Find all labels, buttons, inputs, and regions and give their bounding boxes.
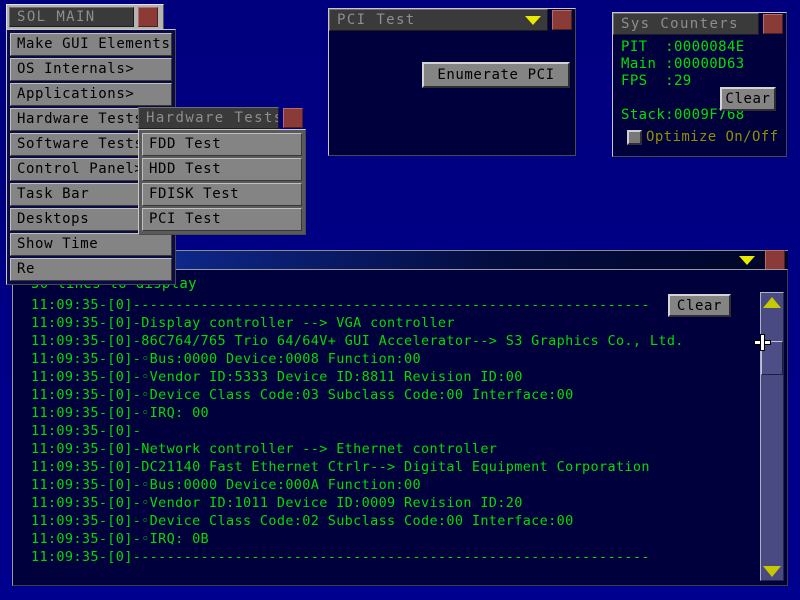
sys-counters-clear-button[interactable]: Clear: [720, 87, 776, 111]
pci-test-body: Enumerate PCI: [330, 32, 574, 154]
sidebar-item-applications[interactable]: Applications>: [10, 83, 172, 106]
log-line: 11:09:35-[0]-86C764/765 Trio 64/64V+ GUI…: [31, 333, 684, 349]
log-line: 11:09:35-[0]-◦Bus:0000 Device:000A Funct…: [31, 477, 421, 493]
log-line: 11:09:35-[0]-◦IRQ: 0B: [31, 531, 210, 547]
log-line: 11:09:35-[0]-◦Device Class Code:02 Subcl…: [31, 513, 574, 529]
enumerate-pci-button[interactable]: Enumerate PCI: [422, 62, 570, 88]
chevron-down-icon[interactable]: [525, 15, 541, 25]
chevron-down-icon[interactable]: [739, 255, 755, 265]
scroll-down-arrow-icon[interactable]: [761, 563, 783, 579]
close-icon[interactable]: [763, 14, 783, 34]
log-line: 11:09:35-[0]-: [31, 423, 142, 439]
counter-pit: PIT :0000084E: [621, 39, 745, 55]
pci-test-window: PCI Test Enumerate PCI: [328, 8, 576, 156]
menu-item-fdd-test[interactable]: FDD Test: [142, 133, 302, 156]
hardware-tests-window: Hardware Tests FDD Test HDD Test FDISK T…: [138, 107, 306, 235]
log-line: 11:09:35-[0]----------------------------…: [31, 549, 650, 565]
close-icon[interactable]: [283, 108, 303, 128]
menu-item-fdisk-test[interactable]: FDISK Test: [142, 183, 302, 206]
desktop: Debug View 50 lines to display 11:09:35-…: [0, 0, 800, 600]
optimize-checkbox-row[interactable]: Optimize On/Off: [627, 129, 786, 145]
sys-counters-body: PIT :0000084E Main :00000D63 FPS :29 Sta…: [613, 35, 786, 154]
debug-log-list: 11:09:35-[0]----------------------------…: [13, 293, 787, 566]
pci-test-frame: PCI Test Enumerate PCI: [328, 8, 576, 156]
scrollbar-thumb[interactable]: [761, 341, 783, 375]
hardware-tests-title: Hardware Tests: [146, 110, 279, 126]
debug-clear-button[interactable]: Clear: [668, 294, 731, 317]
log-line: 11:09:35-[0]-◦Vendor ID:5333 Device ID:8…: [31, 369, 523, 385]
sys-counters-titlebar[interactable]: Sys Counters: [613, 13, 786, 35]
hardware-tests-frame: FDD Test HDD Test FDISK Test PCI Test: [138, 129, 306, 235]
debug-scrollbar[interactable]: [760, 292, 784, 581]
close-icon[interactable]: [765, 250, 785, 270]
close-icon[interactable]: [552, 10, 572, 30]
sys-counters-title: Sys Counters: [621, 16, 739, 32]
debug-view-window: Debug View 50 lines to display 11:09:35-…: [12, 250, 788, 586]
log-line: 11:09:35-[0]-◦Vendor ID:1011 Device ID:0…: [31, 495, 523, 511]
sys-counters-frame: Sys Counters PIT :0000084E Main :00000D6…: [612, 12, 787, 157]
sys-counters-window: Sys Counters PIT :0000084E Main :00000D6…: [612, 12, 787, 157]
close-icon[interactable]: [138, 7, 158, 27]
sidebar-item-os-internals[interactable]: OS Internals>: [10, 58, 172, 81]
sidebar-item-partially-hidden[interactable]: Re: [10, 258, 172, 281]
log-line: 11:09:35-[0]-DC21140 Fast Ethernet Ctrlr…: [31, 459, 650, 475]
sol-main-title: SOL MAIN: [17, 9, 96, 25]
sol-main-titlebar[interactable]: SOL MAIN: [6, 4, 164, 29]
scroll-up-arrow-icon[interactable]: [761, 294, 783, 310]
menu-item-pci-test[interactable]: PCI Test: [142, 208, 302, 231]
hardware-tests-menu: FDD Test HDD Test FDISK Test PCI Test: [139, 130, 305, 234]
log-line: 11:09:35-[0]-◦Device Class Code:03 Subcl…: [31, 387, 574, 403]
pci-test-title: PCI Test: [337, 12, 416, 28]
sidebar-item-show-time[interactable]: Show Time: [10, 233, 172, 256]
log-line: 11:09:35-[0]-◦IRQ: 00: [31, 405, 210, 421]
optimize-checkbox[interactable]: [627, 129, 642, 145]
hardware-tests-titlebar[interactable]: Hardware Tests: [138, 107, 306, 129]
pci-test-titlebar[interactable]: PCI Test: [329, 9, 575, 31]
counter-main: Main :00000D63: [621, 56, 745, 72]
log-line: 11:09:35-[0]-Network controller --> Ethe…: [31, 441, 498, 457]
optimize-checkbox-label: Optimize On/Off: [646, 129, 779, 145]
menu-item-hdd-test[interactable]: HDD Test: [142, 158, 302, 181]
debug-view-body: 50 lines to display 11:09:35-[0]--------…: [12, 269, 788, 586]
log-line: 11:09:35-[0]-◦Bus:0000 Device:0008 Funct…: [31, 351, 421, 367]
sidebar-item-make-gui-elements[interactable]: Make GUI Elements>: [10, 33, 172, 56]
